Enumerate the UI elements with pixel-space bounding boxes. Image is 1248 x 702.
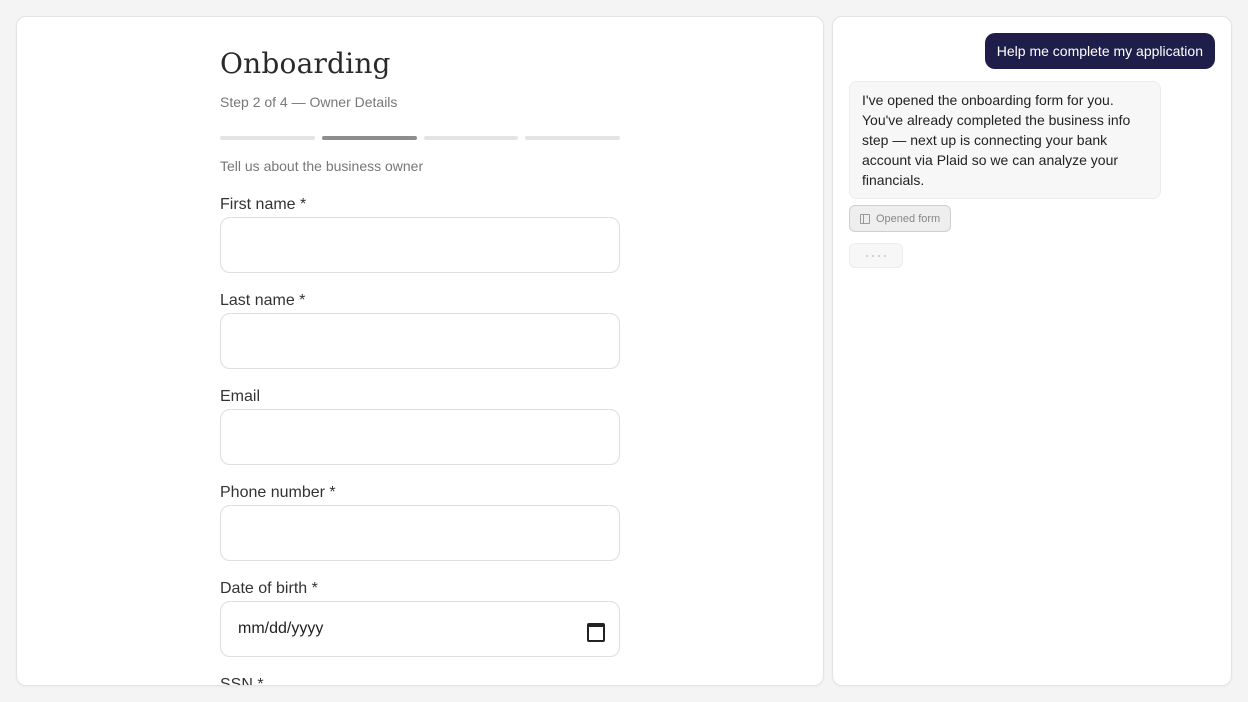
date-of-birth-label: Date of birth * xyxy=(220,580,318,597)
email-label: Email xyxy=(220,388,261,405)
progress-segment-1 xyxy=(220,136,315,140)
user-message: Help me complete my application xyxy=(984,33,1215,69)
date-placeholder: mm/dd/yyyy xyxy=(238,620,324,637)
email-input[interactable] xyxy=(220,409,620,465)
onboarding-form-panel: Onboarding Step 2 of 4 — Owner Details T… xyxy=(16,16,824,686)
progress-bar xyxy=(220,136,620,140)
first-name-label: First name * xyxy=(220,196,307,213)
page-title: Onboarding xyxy=(220,47,391,80)
section-subtitle: Tell us about the business owner xyxy=(220,158,424,174)
ssn-label: SSN * xyxy=(220,676,264,686)
phone-number-label: Phone number * xyxy=(220,484,336,501)
opened-form-chip[interactable]: Opened form xyxy=(849,205,952,232)
step-indicator: Step 2 of 4 — Owner Details xyxy=(220,94,398,110)
assistant-message: I've opened the onboarding form for you.… xyxy=(849,81,1161,199)
typing-dot xyxy=(884,254,886,257)
phone-number-input[interactable] xyxy=(220,505,620,561)
progress-segment-3 xyxy=(423,136,519,140)
progress-segment-2 xyxy=(321,136,417,140)
typing-indicator xyxy=(849,243,903,268)
chat-panel: Help me complete my application I've ope… xyxy=(832,16,1232,686)
typing-dot xyxy=(872,254,874,257)
first-name-input[interactable] xyxy=(220,217,620,273)
calendar-icon[interactable] xyxy=(587,622,605,642)
typing-dot xyxy=(866,254,868,257)
last-name-label: Last name * xyxy=(220,292,306,309)
date-of-birth-input[interactable]: mm/dd/yyyy xyxy=(220,601,620,657)
opened-form-label: Opened form xyxy=(876,212,941,225)
progress-segment-4 xyxy=(525,136,620,140)
last-name-input[interactable] xyxy=(220,313,620,369)
typing-dot xyxy=(878,254,880,257)
panel-icon xyxy=(860,213,870,224)
